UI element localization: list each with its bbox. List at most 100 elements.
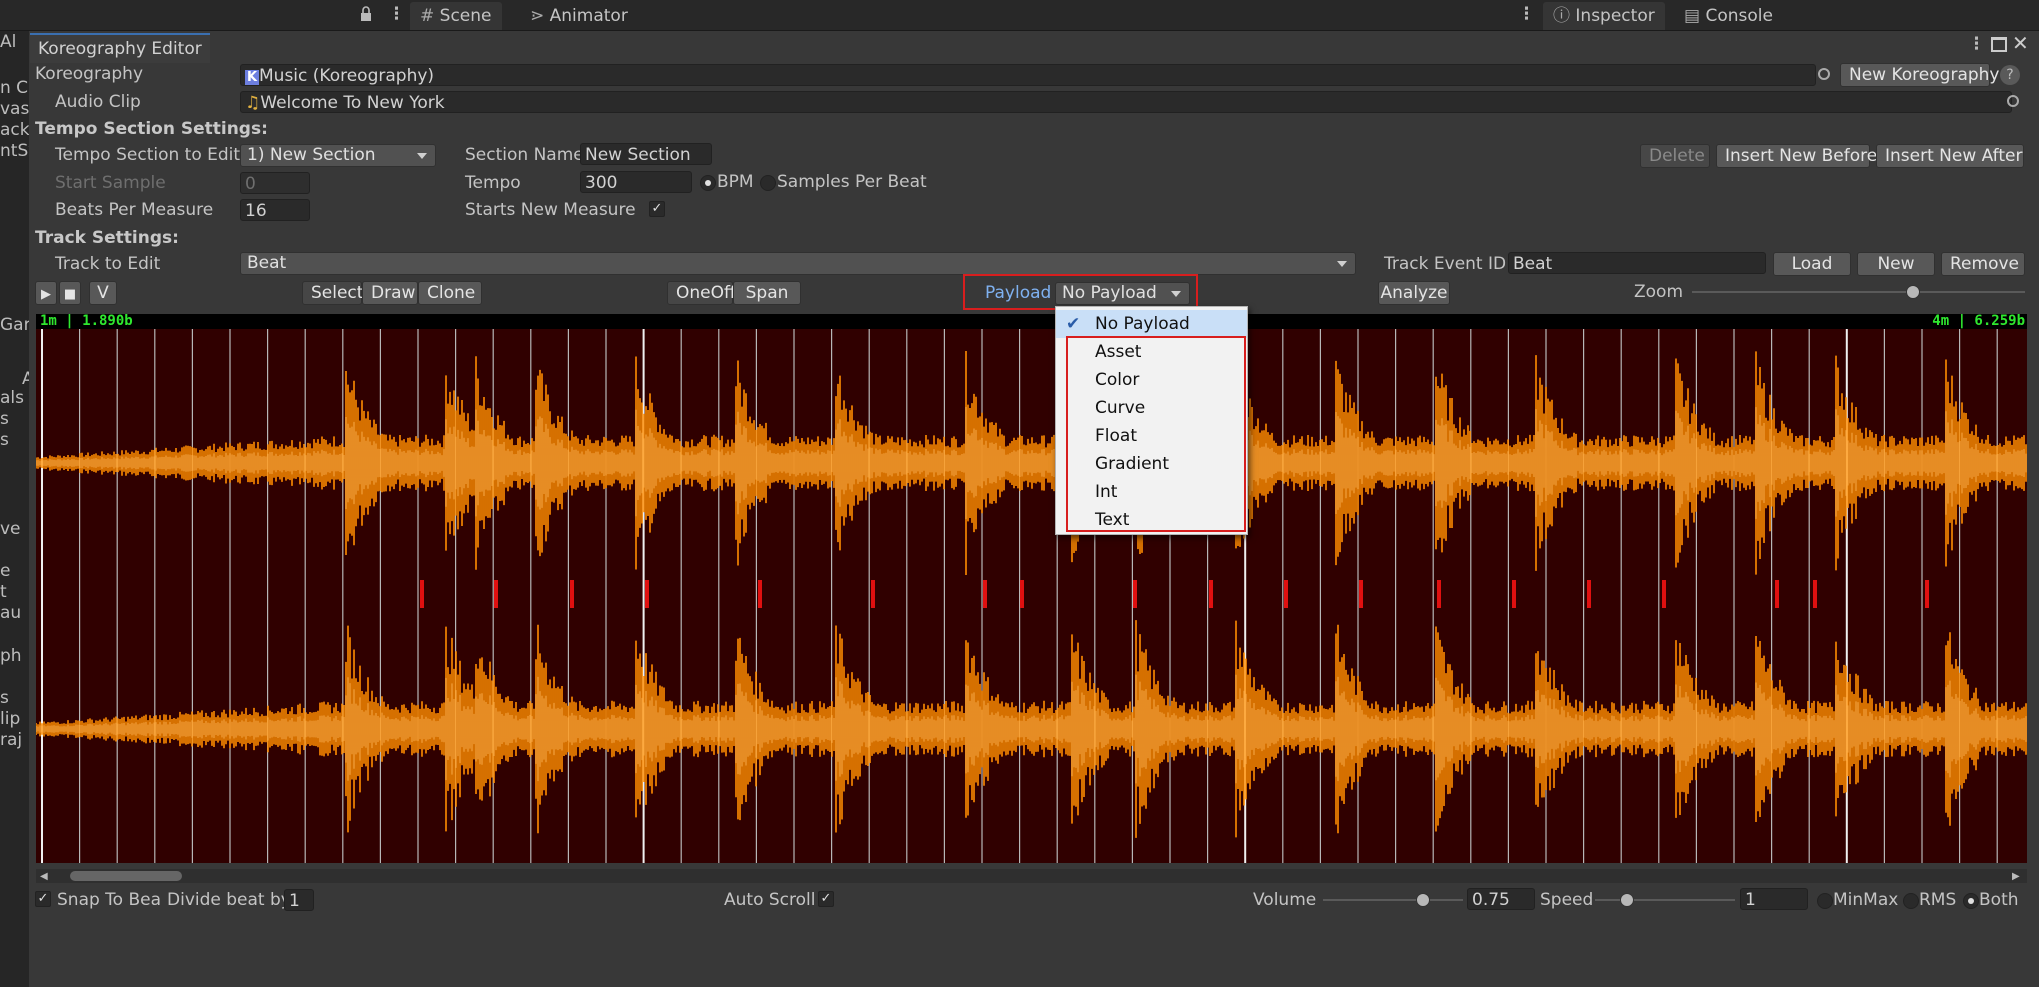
tab-label: Scene (439, 6, 492, 26)
grid-icon: # (420, 6, 435, 26)
zoom-slider-track[interactable] (1692, 291, 2025, 293)
audio-clip-value: Welcome To New York (260, 93, 445, 113)
load-button[interactable]: Load (1773, 252, 1851, 276)
object-picker-icon[interactable] (1818, 68, 1830, 80)
koreography-event-marker (983, 580, 987, 608)
tab-scene[interactable]: # Scene (410, 2, 502, 30)
tab-label: Animator (549, 6, 628, 26)
audio-clip-field[interactable]: ♫Welcome To New York (240, 91, 2012, 113)
samples-per-beat-label: Samples Per Beat (777, 172, 927, 192)
track-settings-header: Track Settings: (35, 228, 179, 248)
hierarchy-item[interactable]: Al (0, 32, 16, 52)
info-icon: ⓘ (1553, 6, 1570, 26)
minmax-radio[interactable] (1817, 893, 1833, 909)
remove-button[interactable]: Remove (1941, 252, 2025, 276)
divide-beat-field[interactable]: 1 (284, 889, 314, 911)
koreography-event-marker (1813, 580, 1817, 608)
hierarchy-item[interactable]: ve (0, 519, 21, 539)
hierarchy-item[interactable]: s (0, 430, 9, 450)
hierarchy-item[interactable]: ph (0, 646, 22, 666)
kebab-menu-icon[interactable]: ⋮ (1518, 4, 1535, 24)
tab-inspector[interactable]: ⓘ Inspector (1543, 2, 1665, 30)
maximize-icon[interactable] (1991, 37, 2007, 52)
tab-console[interactable]: ▤ Console (1674, 2, 1783, 30)
scroll-left-arrow-icon[interactable]: ◀ (40, 871, 48, 882)
both-radio[interactable] (1963, 893, 1979, 909)
payload-dropdown[interactable]: No Payload (1055, 282, 1190, 305)
speed-field[interactable]: 1 (1740, 888, 1808, 910)
select-mode-button[interactable]: Select (302, 281, 363, 305)
hierarchy-item[interactable]: n Ca (0, 78, 29, 98)
payload-options-highlight-box (1066, 336, 1246, 532)
scrollbar-thumb[interactable] (70, 871, 182, 881)
waveform-view[interactable] (36, 329, 2027, 863)
close-icon[interactable]: ✕ (2012, 31, 2029, 55)
scroll-right-arrow-icon[interactable]: ▶ (2012, 871, 2020, 882)
menu-item-no-payload[interactable]: ✔ No Payload (1056, 310, 1247, 338)
help-icon[interactable]: ? (2000, 65, 2020, 85)
hierarchy-item[interactable]: e (0, 561, 10, 581)
speed-slider-handle[interactable] (1620, 893, 1634, 907)
beats-per-measure-field[interactable]: 16 (240, 199, 310, 221)
koreography-event-marker (1020, 580, 1024, 608)
volume-slider-track[interactable] (1323, 899, 1463, 901)
play-icon: ▶ (41, 287, 51, 302)
clone-mode-button[interactable]: Clone (418, 281, 482, 305)
track-to-edit-dropdown[interactable]: Beat (240, 252, 1356, 275)
track-event-id-field[interactable]: Beat (1508, 252, 1766, 274)
hierarchy-item[interactable]: ackg (0, 120, 29, 140)
waveform-scrollbar[interactable] (36, 869, 2027, 883)
tempo-field[interactable]: 300 (580, 171, 692, 193)
draw-mode-button[interactable]: Draw (362, 281, 418, 305)
animator-icon: ⋗ (530, 6, 545, 26)
section-name-field[interactable]: New Section (580, 143, 712, 165)
koreography-field[interactable]: K Music (Koreography) (240, 64, 1816, 86)
hierarchy-item[interactable]: ntSy (0, 141, 29, 161)
delete-button[interactable]: Delete (1640, 144, 1710, 168)
tab-animator[interactable]: ⋗ Animator (520, 2, 638, 30)
hierarchy-item[interactable]: raj (0, 730, 22, 750)
rms-radio[interactable] (1903, 893, 1919, 909)
bpm-radio[interactable] (700, 175, 716, 191)
stop-button[interactable]: ■ (59, 281, 81, 305)
hierarchy-item[interactable]: s (0, 409, 9, 429)
section-to-edit-dropdown[interactable]: 1) New Section (240, 144, 436, 167)
samples-per-beat-radio[interactable] (760, 175, 776, 191)
kebab-menu-icon[interactable]: ⋮ (1968, 34, 1985, 54)
hierarchy-item[interactable]: s (0, 688, 9, 708)
object-picker-icon[interactable] (2007, 95, 2019, 107)
tempo-label: Tempo (465, 173, 521, 193)
insert-new-before-button[interactable]: Insert New Before (1716, 144, 1877, 168)
oneoff-button[interactable]: OneOff (667, 281, 736, 305)
span-button[interactable]: Span (733, 281, 801, 305)
hierarchy-item[interactable]: t (0, 582, 7, 602)
hierarchy-item[interactable]: lip (0, 709, 20, 729)
v-button[interactable]: V (89, 281, 117, 305)
koreography-event-marker (1209, 580, 1213, 608)
insert-new-after-button[interactable]: Insert New After (1876, 144, 2024, 168)
volume-slider-handle[interactable] (1416, 893, 1430, 907)
zoom-slider-handle[interactable] (1906, 285, 1920, 299)
hierarchy-item[interactable]: als (0, 388, 24, 408)
auto-scroll-checkbox[interactable]: ✓ (818, 891, 834, 907)
koreography-event-marker (494, 580, 498, 608)
play-button[interactable]: ▶ (35, 281, 57, 305)
audio-clip-label: Audio Clip (55, 92, 141, 112)
window-title-tab[interactable]: Koreography Editor (30, 33, 210, 63)
speed-slider-track[interactable] (1595, 899, 1735, 901)
kebab-menu-icon[interactable]: ⋮ (388, 4, 405, 24)
koreography-event-marker (758, 580, 762, 608)
new-button[interactable]: New (1857, 252, 1935, 276)
hierarchy-item[interactable]: au (0, 603, 21, 623)
starts-new-measure-checkbox[interactable]: ✓ (649, 201, 665, 217)
hierarchy-item[interactable]: A (22, 369, 29, 389)
snap-to-beat-checkbox[interactable]: ✓ (35, 891, 51, 907)
lock-icon[interactable] (360, 6, 372, 21)
track-to-edit-value: Beat (247, 253, 287, 273)
volume-field[interactable]: 0.75 (1467, 888, 1535, 910)
hierarchy-item[interactable]: vas (0, 99, 29, 119)
hierarchy-item[interactable]: Gar (0, 315, 29, 335)
volume-label: Volume (1253, 890, 1317, 910)
analyze-button[interactable]: Analyze (1378, 281, 1450, 305)
new-koreography-button[interactable]: New Koreography (1840, 63, 2000, 87)
